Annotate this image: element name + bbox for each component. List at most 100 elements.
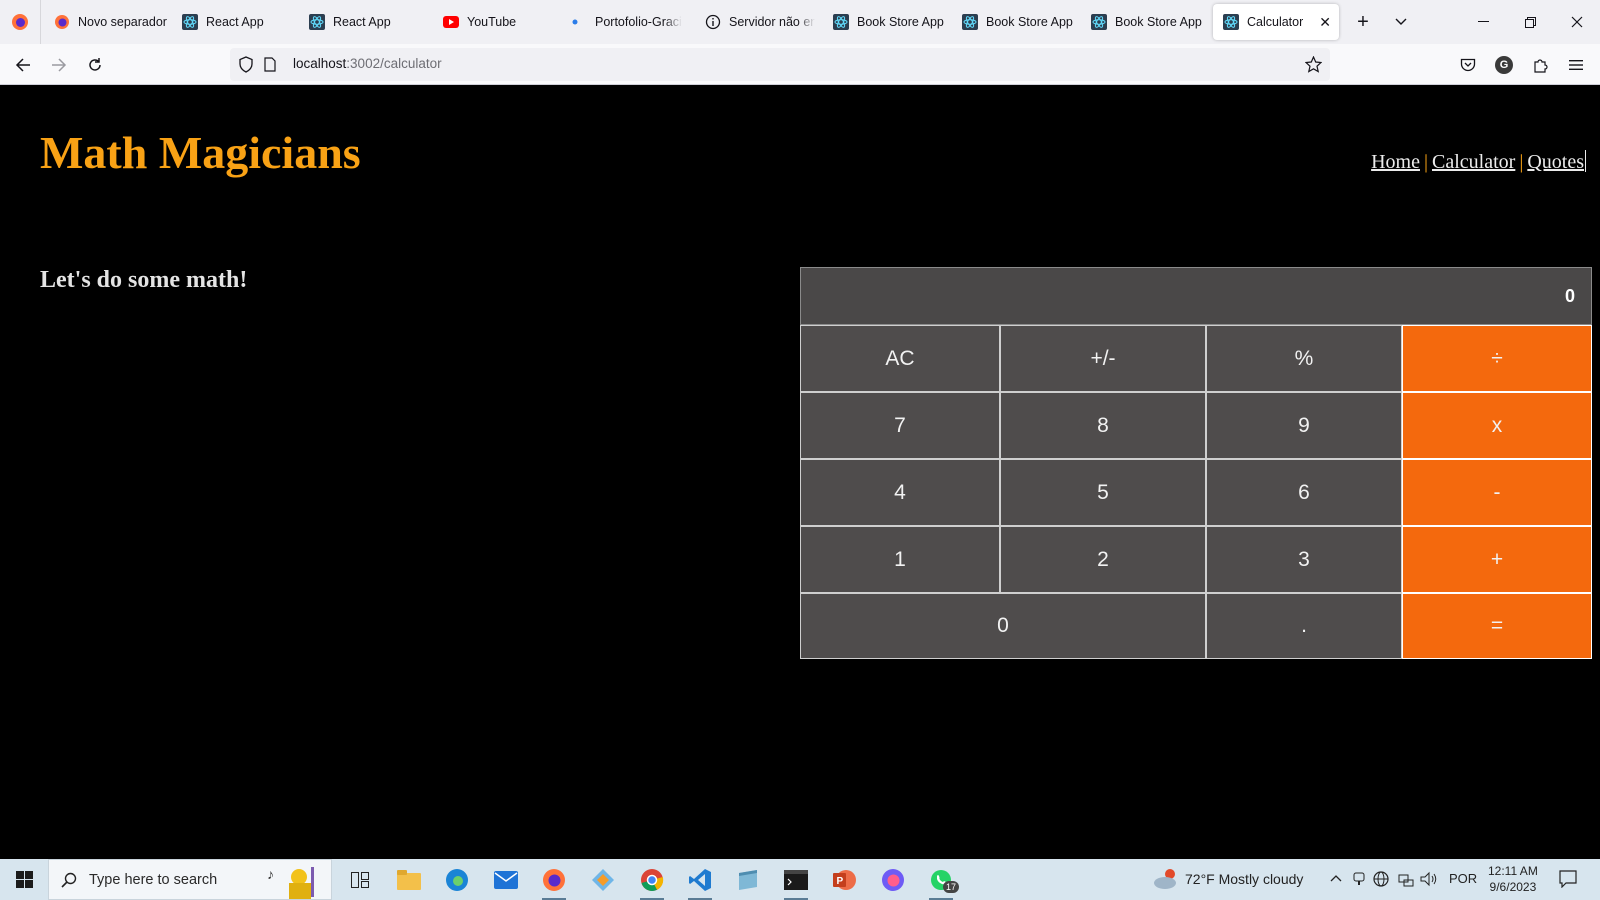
file-explorer-button[interactable] bbox=[393, 864, 425, 896]
notepad-button[interactable] bbox=[732, 864, 764, 896]
list-tabs-button[interactable] bbox=[1378, 0, 1424, 44]
main-nav: Home | Calculator | Quotes bbox=[1371, 150, 1586, 174]
notifications-icon[interactable] bbox=[1559, 870, 1577, 888]
tab-label: React App bbox=[206, 15, 264, 29]
minimize-icon bbox=[1477, 21, 1489, 22]
key-divide[interactable]: ÷ bbox=[1402, 325, 1592, 392]
minimize-button[interactable] bbox=[1460, 0, 1506, 44]
tab-book-store-2[interactable]: Book Store App bbox=[962, 4, 1080, 40]
nav-link-quotes[interactable]: Quotes bbox=[1527, 151, 1584, 173]
tab-label: React App bbox=[333, 15, 391, 29]
tab-react-app-1[interactable]: React App bbox=[182, 4, 292, 40]
firefox-view-button[interactable] bbox=[0, 0, 41, 44]
close-tab-icon[interactable]: ✕ bbox=[1319, 14, 1331, 31]
svg-text:P: P bbox=[837, 876, 844, 887]
firefox-dev-button[interactable] bbox=[877, 864, 909, 896]
tab-portfolio[interactable]: Portofolio-Graci bbox=[571, 4, 683, 40]
globe-icon[interactable] bbox=[1373, 871, 1389, 887]
tab-book-store-3[interactable]: Book Store App bbox=[1091, 4, 1209, 40]
volume-icon[interactable] bbox=[1420, 871, 1438, 887]
close-window-button[interactable] bbox=[1554, 0, 1600, 44]
menu-button[interactable] bbox=[1563, 52, 1589, 78]
mail-button[interactable] bbox=[490, 864, 522, 896]
forward-button[interactable] bbox=[46, 52, 72, 78]
key-add[interactable]: + bbox=[1402, 526, 1592, 593]
key-all-clear[interactable]: AC bbox=[800, 325, 1000, 392]
network-icon[interactable] bbox=[1398, 871, 1414, 887]
app-button[interactable] bbox=[587, 864, 619, 896]
app-logo: Math Magicians bbox=[40, 127, 361, 178]
star-icon[interactable] bbox=[1305, 56, 1322, 73]
app-icon bbox=[592, 869, 614, 891]
nav-link-calculator[interactable]: Calculator bbox=[1432, 151, 1515, 173]
whatsapp-button[interactable]: 17 bbox=[925, 864, 960, 900]
nav-separator: | bbox=[1423, 151, 1428, 173]
taskbar-search[interactable]: Type here to search ♪ bbox=[48, 859, 332, 900]
key-7[interactable]: 7 bbox=[800, 392, 1000, 459]
start-button[interactable] bbox=[0, 859, 48, 900]
url-bar[interactable]: localhost:3002/calculator bbox=[230, 48, 1330, 81]
reload-icon bbox=[89, 58, 101, 71]
extensions-button[interactable] bbox=[1527, 52, 1553, 78]
terminal-button[interactable] bbox=[780, 864, 812, 900]
firefox-button[interactable] bbox=[538, 864, 570, 900]
chevron-up-icon[interactable] bbox=[1330, 874, 1342, 882]
reload-button[interactable] bbox=[82, 52, 108, 78]
key-9[interactable]: 9 bbox=[1206, 392, 1402, 459]
tab-label: YouTube bbox=[467, 15, 517, 29]
pocket-icon bbox=[1460, 58, 1476, 71]
key-3[interactable]: 3 bbox=[1206, 526, 1402, 593]
tab-label: Book Store App bbox=[1115, 15, 1202, 29]
key-decimal[interactable]: . bbox=[1206, 593, 1402, 659]
mail-icon bbox=[494, 871, 518, 889]
pocket-button[interactable] bbox=[1455, 52, 1481, 78]
url-text[interactable]: localhost:3002/calculator bbox=[293, 56, 442, 71]
arrow-right-icon bbox=[52, 58, 67, 72]
chrome-button[interactable] bbox=[636, 864, 668, 900]
key-4[interactable]: 4 bbox=[800, 459, 1000, 526]
task-view-button[interactable] bbox=[344, 864, 376, 896]
vscode-button[interactable] bbox=[684, 864, 716, 900]
tab-react-app-2[interactable]: React App bbox=[309, 4, 419, 40]
tab-calculator[interactable]: Calculator ✕ bbox=[1213, 4, 1339, 40]
key-5[interactable]: 5 bbox=[1000, 459, 1206, 526]
tab-novo-separador[interactable]: Novo separador bbox=[54, 4, 174, 40]
restore-icon bbox=[1524, 16, 1536, 28]
svg-text:♪: ♪ bbox=[267, 866, 274, 882]
edge-button[interactable] bbox=[441, 864, 473, 896]
weather-icon[interactable] bbox=[1153, 868, 1179, 892]
tab-book-store-1[interactable]: Book Store App bbox=[833, 4, 951, 40]
account-button[interactable]: G bbox=[1491, 52, 1517, 78]
react-icon bbox=[182, 14, 198, 30]
powerpoint-button[interactable]: P bbox=[828, 864, 860, 896]
arrow-left-icon bbox=[15, 58, 30, 72]
back-button[interactable] bbox=[10, 52, 36, 78]
webcam-icon[interactable] bbox=[1353, 872, 1365, 886]
calculator: 0 AC +/- % ÷ 7 8 9 x 4 5 6 - 1 2 3 + 0 .… bbox=[800, 267, 1592, 746]
key-1[interactable]: 1 bbox=[800, 526, 1000, 593]
shield-icon[interactable] bbox=[238, 56, 254, 73]
navigation-toolbar: localhost:3002/calculator G bbox=[0, 44, 1600, 85]
chrome-icon bbox=[641, 869, 664, 891]
restore-button[interactable] bbox=[1507, 0, 1553, 44]
key-toggle-sign[interactable]: +/- bbox=[1000, 325, 1206, 392]
text-cursor bbox=[1585, 150, 1586, 172]
firefox-icon bbox=[543, 869, 565, 891]
nav-link-home[interactable]: Home bbox=[1371, 151, 1420, 173]
search-icon bbox=[61, 872, 77, 888]
weather-text[interactable]: 72°F Mostly cloudy bbox=[1185, 871, 1303, 887]
key-percent[interactable]: % bbox=[1206, 325, 1402, 392]
key-subtract[interactable]: - bbox=[1402, 459, 1592, 526]
key-multiply[interactable]: x bbox=[1402, 392, 1592, 459]
key-2[interactable]: 2 bbox=[1000, 526, 1206, 593]
key-equals[interactable]: = bbox=[1402, 593, 1592, 659]
clock[interactable]: 12:11 AM 9/6/2023 bbox=[1488, 863, 1538, 895]
clock-date: 9/6/2023 bbox=[1489, 880, 1537, 894]
tab-servidor[interactable]: Servidor não enc bbox=[705, 4, 815, 40]
key-8[interactable]: 8 bbox=[1000, 392, 1206, 459]
input-language[interactable]: POR bbox=[1449, 871, 1477, 886]
key-6[interactable]: 6 bbox=[1206, 459, 1402, 526]
tab-youtube[interactable]: YouTube bbox=[443, 4, 553, 40]
dot-icon bbox=[571, 14, 587, 30]
key-0[interactable]: 0 bbox=[800, 593, 1206, 659]
